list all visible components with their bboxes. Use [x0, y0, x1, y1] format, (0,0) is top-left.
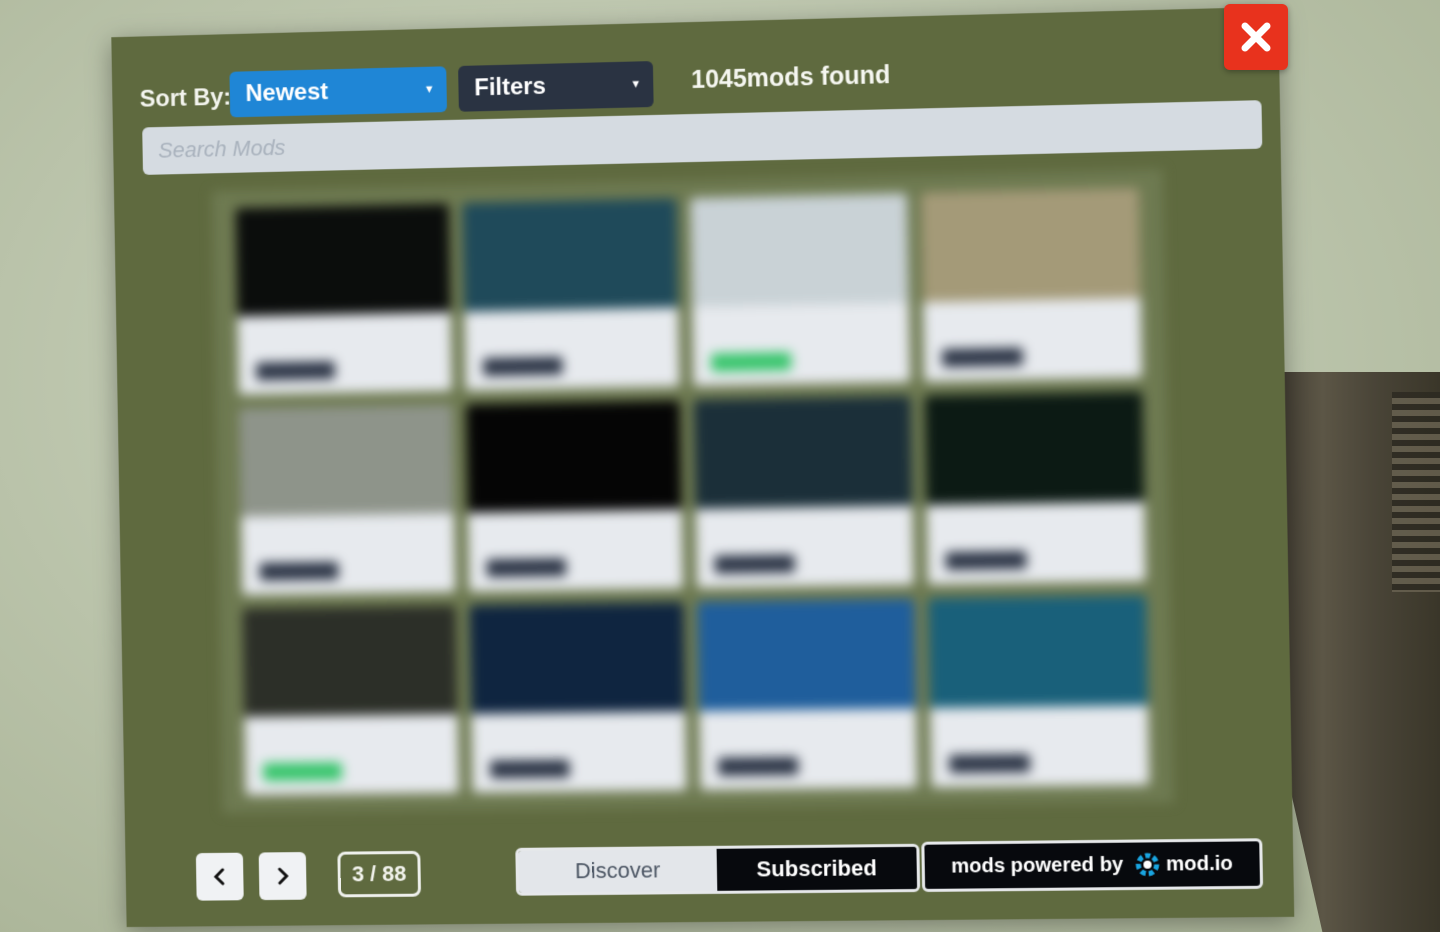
- mod-thumbnail: [461, 198, 679, 312]
- mod-tag: [944, 550, 1027, 571]
- mod-card-info: [925, 501, 1146, 585]
- mod-card-info: [241, 513, 455, 595]
- mod-card[interactable]: [465, 400, 684, 592]
- chevron-right-icon: [276, 867, 290, 885]
- mod-tag: [262, 762, 343, 782]
- mod-card-info: [692, 302, 910, 387]
- filters-dropdown[interactable]: Filters ▼: [458, 61, 654, 112]
- mod-thumbnail: [924, 391, 1145, 506]
- sort-label: Sort By:: [139, 83, 232, 113]
- mod-thumbnail: [468, 602, 686, 714]
- tab-subscribed[interactable]: Subscribed: [716, 846, 918, 891]
- modio-brand-text: mod.io: [1165, 852, 1234, 876]
- mod-thumbnail: [465, 400, 682, 513]
- powered-by-badge[interactable]: mods powered by mod.io: [921, 838, 1264, 892]
- mod-card[interactable]: [235, 203, 452, 395]
- mod-thumbnail: [927, 595, 1148, 709]
- caret-down-icon: ▼: [423, 83, 435, 96]
- world-crate: [1272, 372, 1440, 932]
- mod-card-info: [463, 307, 680, 391]
- tab-discover[interactable]: Discover: [518, 848, 718, 893]
- prev-page-button[interactable]: [195, 852, 244, 901]
- mod-card[interactable]: [468, 602, 687, 793]
- sort-dropdown-value: Newest: [245, 78, 329, 108]
- mod-card[interactable]: [697, 598, 917, 790]
- mod-card-info: [244, 714, 459, 796]
- mod-thumbnail: [693, 395, 912, 510]
- mod-tag: [485, 558, 566, 578]
- mod-tag: [717, 756, 799, 776]
- mod-tag: [256, 361, 336, 381]
- mod-card[interactable]: [920, 187, 1142, 382]
- page-indicator: 3 / 88: [337, 850, 422, 898]
- mod-thumbnail: [690, 193, 909, 308]
- mod-thumbnail: [697, 598, 916, 712]
- modio-brand: mod.io: [1133, 850, 1233, 879]
- mod-tag: [710, 352, 792, 372]
- mod-tag: [941, 347, 1023, 368]
- mod-card-info: [695, 505, 914, 589]
- world-grate: [1392, 392, 1440, 592]
- mod-card-info: [922, 297, 1142, 382]
- powered-by-text: mods powered by: [950, 853, 1124, 878]
- mod-tag: [714, 554, 795, 574]
- caret-down-icon: ▼: [630, 78, 642, 91]
- mod-tag: [259, 561, 339, 581]
- mod-card-info: [467, 509, 684, 592]
- mod-card[interactable]: [690, 193, 910, 387]
- mod-card-info: [470, 711, 687, 793]
- mod-card[interactable]: [927, 595, 1150, 788]
- mod-thumbnail: [242, 605, 457, 717]
- filters-dropdown-label: Filters: [474, 72, 547, 102]
- mod-card-info: [699, 708, 917, 790]
- close-icon: [1241, 22, 1271, 52]
- mods-found-count: 1045mods found: [690, 61, 891, 95]
- modio-logo-icon: [1133, 850, 1162, 879]
- browse-tabs: Discover Subscribed: [515, 843, 921, 896]
- mod-thumbnail: [920, 187, 1141, 303]
- mod-tag: [482, 356, 563, 377]
- mod-tag: [948, 754, 1030, 774]
- mod-card[interactable]: [239, 404, 455, 595]
- mod-thumbnail: [239, 404, 454, 517]
- next-page-button[interactable]: [258, 852, 307, 901]
- mod-card[interactable]: [242, 605, 459, 796]
- mod-card[interactable]: [461, 198, 680, 391]
- mod-grid: [211, 169, 1174, 814]
- mod-card-info: [237, 312, 452, 395]
- mod-thumbnail: [235, 203, 450, 317]
- mod-card[interactable]: [693, 395, 914, 589]
- mod-browser-panel: Sort By: Newest ▼ Filters ▼ 1045mods fou…: [111, 6, 1295, 928]
- sort-dropdown[interactable]: Newest ▼: [229, 66, 448, 118]
- close-button[interactable]: [1224, 4, 1288, 70]
- mod-card-info: [929, 705, 1150, 788]
- chevron-left-icon: [213, 868, 227, 886]
- mod-tag: [489, 759, 570, 779]
- mod-card[interactable]: [924, 391, 1146, 585]
